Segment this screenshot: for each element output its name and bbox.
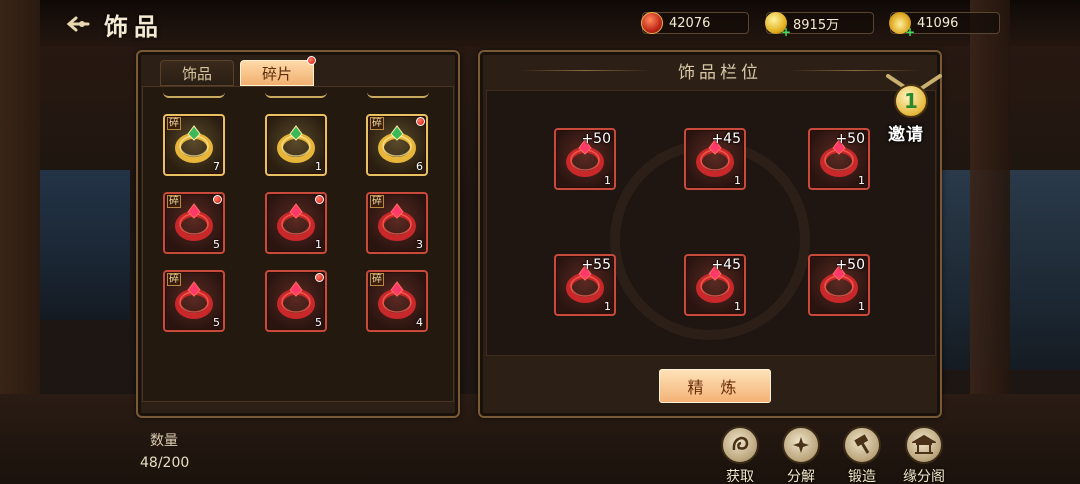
fragment-badge: 碎 (167, 117, 181, 130)
inventory-item[interactable]: 1 (265, 192, 327, 254)
resource-value: 8915万 (793, 17, 840, 33)
inventory-item[interactable]: 5 (265, 270, 327, 332)
partial-item-top (367, 92, 429, 98)
back-arrow-icon[interactable] (62, 12, 92, 36)
fragment-badge: 碎 (370, 195, 384, 208)
fragment-badge: 碎 (167, 273, 181, 286)
slot-level: +50 (835, 257, 865, 273)
title-divider-right (790, 70, 920, 71)
item-count: 3 (416, 238, 423, 251)
decompose-icon (782, 426, 820, 464)
sea-view-right (940, 170, 1080, 370)
item-count: 6 (416, 160, 423, 173)
equipped-slot[interactable]: +50 1 (808, 128, 870, 190)
title-divider-left (520, 70, 650, 71)
new-dot-icon (315, 273, 324, 282)
tab-fragments[interactable]: 碎片 (240, 60, 314, 86)
forge-hammer-icon (843, 426, 881, 464)
slot-count: 1 (734, 300, 741, 313)
inventory-item[interactable]: 碎6 (366, 114, 428, 176)
acquire-button[interactable]: 获取 (716, 426, 764, 484)
fragment-badge: 碎 (370, 273, 384, 286)
slots-title: 饰品栏位 (678, 63, 762, 83)
decompose-label: 分解 (787, 469, 815, 484)
inventory-item[interactable]: 碎4 (366, 270, 428, 332)
item-count: 7 (213, 160, 220, 173)
new-dot-icon (213, 195, 222, 204)
equipped-slot[interactable]: +45 1 (684, 128, 746, 190)
tab-accessories[interactable]: 饰品 (160, 60, 234, 86)
invite-label: 邀请 (888, 125, 924, 145)
resource-value: 42076 (669, 15, 711, 31)
acquire-icon (721, 426, 759, 464)
plus-icon[interactable]: + (905, 26, 915, 38)
gold-ingot-icon: + (889, 12, 915, 38)
resource-gold-coin[interactable]: + 8915万 (765, 12, 874, 38)
item-count: 1 (315, 160, 322, 173)
inventory-item[interactable]: 碎5 (163, 270, 225, 332)
forge-label: 锻造 (848, 469, 876, 484)
page-title: 饰品 (104, 11, 164, 41)
pavilion-button[interactable]: 缘分阁 (900, 426, 948, 484)
partial-item-top (265, 92, 327, 98)
slot-count: 1 (858, 300, 865, 313)
equipped-slot[interactable]: +55 1 (554, 254, 616, 316)
resource-red-token[interactable]: 42076 (641, 12, 749, 34)
slot-count: 1 (604, 174, 611, 187)
jade-gold-ring-icon (277, 125, 315, 163)
slot-level: +45 (711, 131, 741, 147)
slot-level: +50 (581, 131, 611, 147)
fragment-badge: 碎 (167, 195, 181, 208)
equipped-slot[interactable]: +45 1 (684, 254, 746, 316)
header: 饰品 (62, 6, 164, 42)
slot-count: 1 (734, 174, 741, 187)
new-dot-icon (315, 195, 324, 204)
pavilion-icon (905, 426, 943, 464)
new-dot-icon (307, 56, 316, 65)
fragment-badge: 碎 (370, 117, 384, 130)
slot-count: 1 (604, 300, 611, 313)
equipped-slot[interactable]: +50 1 (808, 254, 870, 316)
item-count: 1 (315, 238, 322, 251)
resource-gold-ingot[interactable]: + 41096 (889, 12, 1000, 38)
pavilion-label: 缘分阁 (903, 469, 945, 484)
forge-button[interactable]: 锻造 (838, 426, 886, 484)
slot-count: 1 (858, 174, 865, 187)
red-token-icon (641, 12, 663, 34)
quantity-label: 数量 (150, 433, 178, 449)
inventory-item[interactable]: 1 (265, 114, 327, 176)
ruby-band-icon (277, 281, 315, 319)
gold-coin-icon: + (765, 12, 791, 38)
acquire-label: 获取 (726, 469, 754, 484)
plus-icon[interactable]: + (781, 26, 791, 38)
refine-button[interactable]: 精 炼 (659, 369, 771, 403)
item-count: 5 (213, 238, 220, 251)
invite-button[interactable]: 1 邀请 (880, 72, 948, 148)
slot-level: +45 (711, 257, 741, 273)
crimson-bead-ring-icon (277, 203, 315, 241)
new-dot-icon (416, 117, 425, 126)
quantity-value: 48/200 (140, 455, 190, 471)
equipped-slot[interactable]: +50 1 (554, 128, 616, 190)
item-count: 5 (315, 316, 322, 329)
slot-level: +50 (835, 131, 865, 147)
inventory-item[interactable]: 碎7 (163, 114, 225, 176)
invite-count: 1 (894, 84, 928, 118)
inventory-item[interactable]: 碎3 (366, 192, 428, 254)
item-count: 5 (213, 316, 220, 329)
resource-value: 41096 (917, 15, 959, 31)
inventory-item[interactable]: 碎5 (163, 192, 225, 254)
slot-level: +55 (581, 257, 611, 273)
item-count: 4 (416, 316, 423, 329)
decompose-button[interactable]: 分解 (777, 426, 825, 484)
partial-item-top (163, 92, 225, 98)
